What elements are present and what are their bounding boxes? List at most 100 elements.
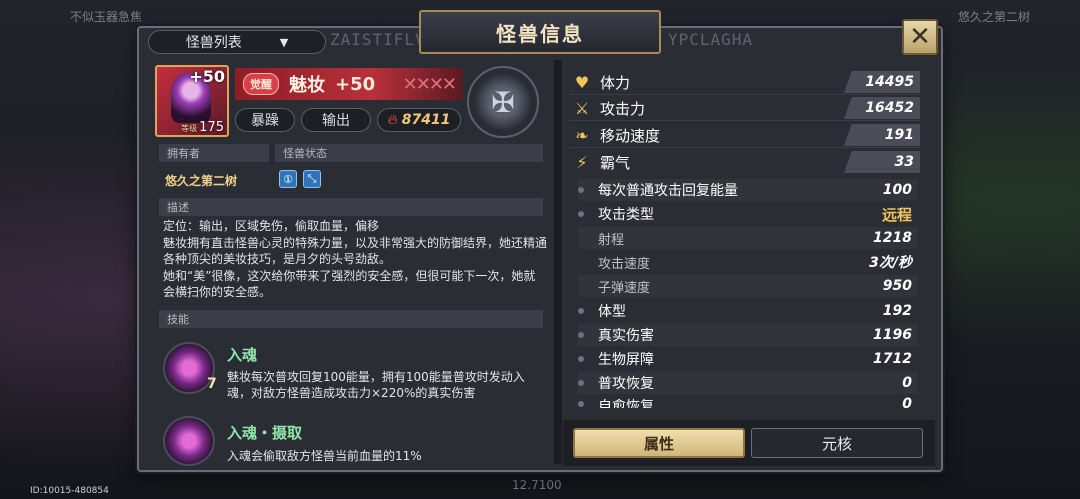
stat-label: 攻击力 <box>600 99 646 118</box>
status-section-header: 怪兽状态 <box>275 144 543 162</box>
stat-row: ⚡ 霸气 33 <box>570 150 920 174</box>
stat-label: 体型 <box>598 304 626 320</box>
stat-label: 霸气 <box>600 153 631 172</box>
stat-label: 每次普通攻击回复能量 <box>598 183 738 199</box>
bullet-icon <box>578 187 584 193</box>
monster-portrait[interactable]: +50 等级 175 <box>155 65 229 137</box>
description-line: 她和“美”很像，这次给你带来了强烈的安全感，但很可能下一次，她就会横扫你的安全感… <box>163 268 536 300</box>
background-text: 不似玉器急焦 <box>70 10 143 24</box>
status-offset-icon[interactable]: ⤡ <box>303 170 321 188</box>
owner-name: 悠久之第二树 <box>165 174 238 188</box>
skill-soul-absorb-icon[interactable] <box>163 416 215 466</box>
tab-bar: 属性 元核 <box>563 420 935 466</box>
stat-row: 自愈恢复 0 <box>578 396 918 408</box>
monster-list-dropdown[interactable]: 怪兽列表 ▼ <box>148 30 326 54</box>
skill-name: 入魂 <box>227 346 258 364</box>
stat-value: 16452 <box>844 97 920 119</box>
skill-level: 7 <box>207 376 217 392</box>
monster-level: 等级 175 <box>181 120 224 135</box>
stat-label: 攻击速度 <box>598 256 651 272</box>
stat-label: 子弹速度 <box>598 280 651 296</box>
user-id: ID:10015-480854 <box>30 486 109 496</box>
stat-value: 33 <box>844 151 920 173</box>
monster-enhance-level: +50 <box>335 73 376 95</box>
bullet-icon <box>578 356 584 362</box>
stat-value: 191 <box>844 124 920 146</box>
stat-row: ❧ 移动速度 191 <box>570 123 920 147</box>
claw-icon: ⚡ <box>576 152 588 172</box>
stat-label: 自愈恢复 <box>598 399 654 408</box>
column-divider <box>554 60 562 464</box>
combat-power: 🔥︎ 87411 <box>377 108 461 132</box>
stat-label: 攻击类型 <box>598 207 654 223</box>
stat-label: 真实伤害 <box>598 328 654 344</box>
fire-icon: 🔥︎ <box>387 112 398 128</box>
stat-label: 生物屏障 <box>598 352 654 368</box>
bullet-icon <box>578 332 584 338</box>
combat-power-value: 87411 <box>401 112 451 128</box>
description-section-header: 描述 <box>159 198 543 216</box>
stat-value: 3次/秒 <box>869 255 912 271</box>
role-tag: 输出 <box>301 108 371 132</box>
stat-row: 生物屏障 1712 <box>578 348 918 370</box>
divider <box>570 147 920 148</box>
stat-value: 192 <box>882 303 912 319</box>
level-label: 等级 <box>181 124 198 133</box>
tab-core[interactable]: 元核 <box>751 428 923 458</box>
level-value: 175 <box>199 120 224 135</box>
monster-emblem-icon[interactable]: ✠ <box>467 66 539 138</box>
stat-row: 真实伤害 1196 <box>578 324 918 346</box>
background-text: 12.7100 <box>512 478 562 492</box>
stat-value: 100 <box>882 182 912 198</box>
description-line: 魅妆拥有直击怪兽心灵的特殊力量，以及非常强大的防御结界，她还精通各种顶尖的美妆技… <box>163 235 548 267</box>
heart-icon: ♥ <box>574 72 590 92</box>
skill-name: 入魂・摄取 <box>227 424 303 442</box>
status-shield-icon[interactable]: ① <box>279 170 297 188</box>
trait-tag: 暴躁 <box>235 108 295 132</box>
stat-row: ♥ 体力 14495 <box>570 70 920 94</box>
skill-description: 入魂会偷取敌方怪兽当前血量的11% <box>227 449 422 463</box>
tab-attributes[interactable]: 属性 <box>573 428 745 458</box>
stat-value: 0 <box>902 375 912 391</box>
description-line: 定位：输出，区域免伤，偷取血量，偏移 <box>163 219 380 233</box>
stat-row: ⚔ 攻击力 16452 <box>570 96 920 120</box>
stat-value: 0 <box>902 396 912 408</box>
stat-label: 移动速度 <box>600 126 661 145</box>
skills-section-header: 技能 <box>159 310 543 328</box>
chevron-down-icon: ▼ <box>279 35 289 49</box>
stat-row: 子弹速度 950 <box>578 275 918 297</box>
bullet-icon <box>578 380 584 386</box>
wing-icon: ❧ <box>575 125 589 145</box>
stat-value: 1712 <box>873 351 912 367</box>
divider <box>570 120 920 121</box>
owner-section-header: 拥有者 <box>159 144 269 162</box>
banner-pattern-icon: ✕✕✕✕ <box>402 73 457 95</box>
monster-name-banner: 觉醒 魅妆 +50 ✕✕✕✕ <box>235 68 463 100</box>
background-text: 悠久之第二树 <box>958 10 1031 24</box>
panel-title: 怪兽信息 <box>419 10 661 54</box>
dropdown-label: 怪兽列表 <box>185 35 242 51</box>
awaken-badge: 觉醒 <box>243 73 279 95</box>
stat-row: 普攻恢复 0 <box>578 372 918 394</box>
bullet-icon <box>578 211 584 217</box>
title-decoration-right: YPCLAGHA <box>668 30 754 49</box>
bullet-icon <box>578 401 584 407</box>
stat-row: 射程 1218 <box>578 227 918 249</box>
monster-name: 魅妆 <box>289 75 325 96</box>
close-icon: ✕ <box>909 22 931 52</box>
close-button[interactable]: ✕ <box>902 19 938 55</box>
stat-value: 1196 <box>873 327 912 343</box>
stat-row: 攻击速度 3次/秒 <box>578 251 918 273</box>
stat-row: 体型 192 <box>578 300 918 322</box>
stat-value: 1218 <box>873 230 912 246</box>
stat-value: 950 <box>882 278 912 294</box>
stat-row: 攻击类型 远程 <box>578 203 918 225</box>
stat-row: 每次普通攻击回复能量 100 <box>578 179 918 201</box>
monster-description: 定位：输出，区域免伤，偷取血量，偏移 魅妆拥有直击怪兽心灵的特殊力量，以及非常强… <box>163 218 547 301</box>
portrait-plus-badge: +50 <box>189 67 225 86</box>
skill-description: 魅妆每次普攻回复100能量，拥有100能量普攻时发动入魂，对敌方怪兽造成攻击力×… <box>227 370 525 400</box>
bullet-icon <box>578 308 584 314</box>
stat-value: 远程 <box>881 205 912 224</box>
stat-label: 体力 <box>600 73 631 92</box>
stat-label: 普攻恢复 <box>598 376 654 392</box>
